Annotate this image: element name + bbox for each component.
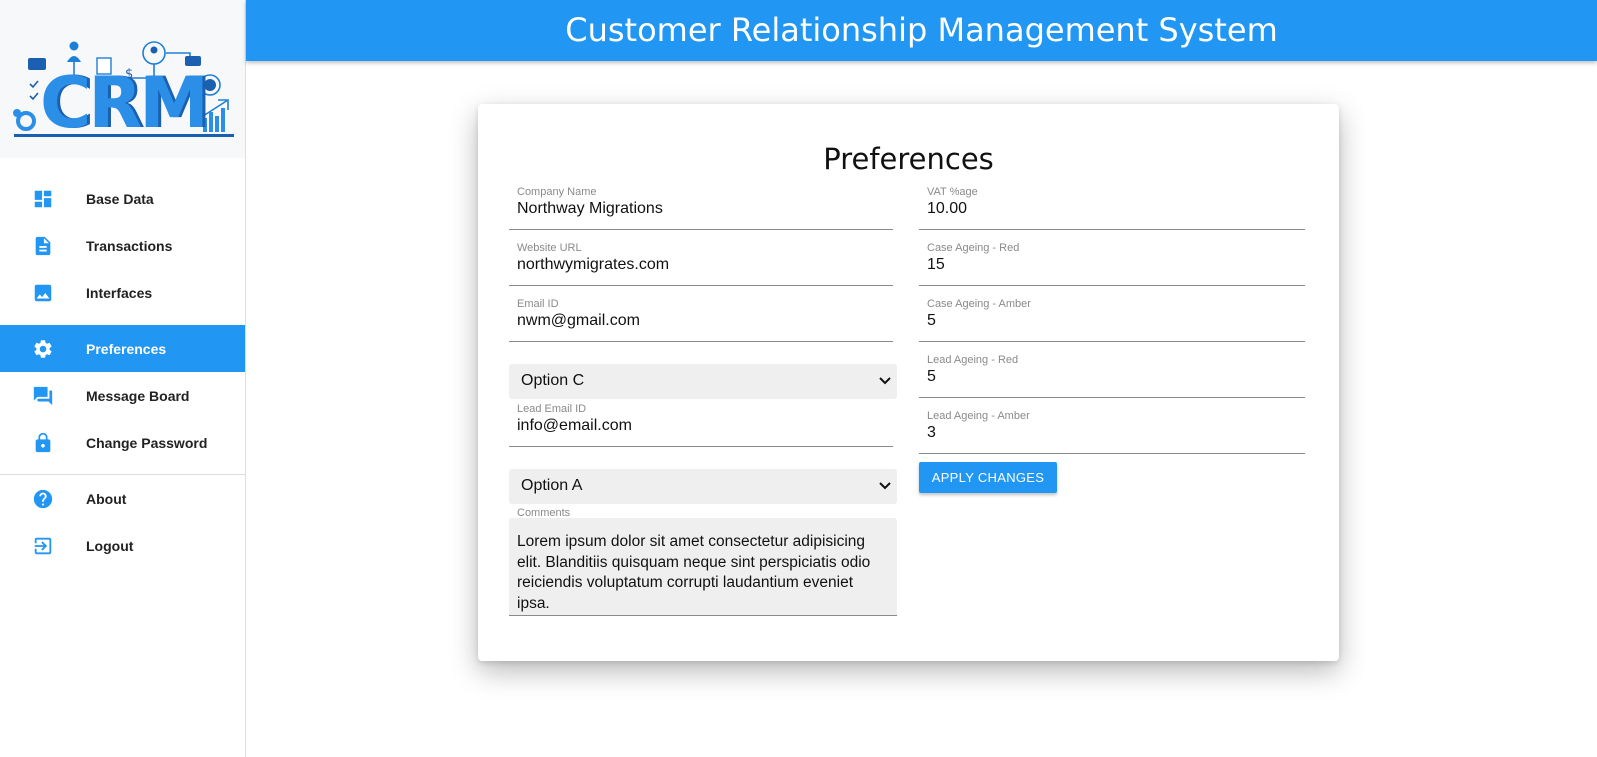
lead-ageing-red-field[interactable]: Lead Ageing - Red 5 <box>919 348 1305 398</box>
sidebar-item-label: Change Password <box>86 434 208 451</box>
field-value: Northway Migrations <box>517 200 663 217</box>
field-value: nwm@gmail.com <box>517 312 640 329</box>
field-label: Lead Ageing - Amber <box>927 410 1030 422</box>
field-value: 5 <box>927 312 936 329</box>
field-value: info@email.com <box>517 417 632 434</box>
case-ageing-amber-field[interactable]: Case Ageing - Amber 5 <box>919 292 1305 342</box>
email-id-field[interactable]: Email ID nwm@gmail.com <box>509 292 893 342</box>
image-icon <box>32 282 54 304</box>
select-value: Option C <box>521 372 585 389</box>
logo-text: CRM <box>40 62 209 144</box>
sidebar-item-transactions[interactable]: Transactions <box>0 222 245 269</box>
sidebar-item-label: Transactions <box>86 237 173 254</box>
field-label: Website URL <box>517 242 582 254</box>
chevron-down-icon <box>879 482 891 490</box>
field-label: Email ID <box>517 298 559 310</box>
case-ageing-red-field[interactable]: Case Ageing - Red 15 <box>919 236 1305 286</box>
company-name-field[interactable]: Company Name Northway Migrations <box>509 180 893 230</box>
select-value: Option A <box>521 477 583 494</box>
sidebar-item-label: Message Board <box>86 387 190 404</box>
sidebar-item-label: Logout <box>86 537 134 554</box>
sidebar-item-base-data[interactable]: Base Data <box>0 175 245 222</box>
sidebar-item-label: Base Data <box>86 190 154 207</box>
lead-email-id-field[interactable]: Lead Email ID info@email.com <box>509 397 893 447</box>
crm-logo: $ CRM <box>0 0 245 158</box>
gear-icon <box>32 338 54 360</box>
chat-icon <box>32 385 54 407</box>
vat-percentage-field[interactable]: VAT %age 10.00 <box>919 180 1305 230</box>
sidebar-item-label: About <box>86 490 127 507</box>
document-icon <box>32 235 54 257</box>
preferences-card: Preferences Company Name Northway Migrat… <box>478 104 1339 661</box>
lock-icon <box>32 432 54 454</box>
field-value: northwymigrates.com <box>517 256 670 273</box>
field-value: 15 <box>927 256 945 273</box>
option-select-2[interactable]: Option A <box>509 469 897 504</box>
field-label: Company Name <box>517 186 597 198</box>
sidebar-item-label: Interfaces <box>86 284 153 301</box>
sidebar-item-change-password[interactable]: Change Password <box>0 419 245 466</box>
field-label: Lead Email ID <box>517 403 587 415</box>
field-label: VAT %age <box>927 186 978 198</box>
dashboard-icon <box>32 188 54 210</box>
field-value: 5 <box>927 368 936 385</box>
lead-ageing-amber-field[interactable]: Lead Ageing - Amber 3 <box>919 404 1305 454</box>
sidebar-item-logout[interactable]: Logout <box>0 522 245 569</box>
field-label: Case Ageing - Amber <box>927 298 1031 310</box>
sidebar-item-label: Preferences <box>86 340 167 357</box>
sidebar-item-about[interactable]: About <box>0 475 245 522</box>
comments-value: Lorem ipsum dolor sit amet consectetur a… <box>517 533 871 612</box>
sidebar-item-interfaces[interactable]: Interfaces <box>0 269 245 316</box>
option-select-1[interactable]: Option C <box>509 364 897 399</box>
sidebar: $ CRM Base Data Transactions Interfaces … <box>0 0 246 757</box>
apply-changes-button[interactable]: APPLY CHANGES <box>919 462 1057 493</box>
field-label: Case Ageing - Red <box>927 242 1020 254</box>
field-value: 10.00 <box>927 200 968 217</box>
page-header-title: Customer Relationship Management System <box>565 11 1278 49</box>
app-header: Customer Relationship Management System <box>246 0 1597 61</box>
website-url-field[interactable]: Website URL northwymigrates.com <box>509 236 893 286</box>
field-value: 3 <box>927 424 936 441</box>
chevron-down-icon <box>879 377 891 385</box>
sidebar-item-preferences[interactable]: Preferences <box>0 325 245 372</box>
page-title: Preferences <box>823 142 994 176</box>
sidebar-item-message-board[interactable]: Message Board <box>0 372 245 419</box>
comments-textarea[interactable]: Lorem ipsum dolor sit amet consectetur a… <box>509 518 897 616</box>
field-label: Lead Ageing - Red <box>927 354 1019 366</box>
help-icon <box>32 488 54 510</box>
logout-icon <box>32 535 54 557</box>
